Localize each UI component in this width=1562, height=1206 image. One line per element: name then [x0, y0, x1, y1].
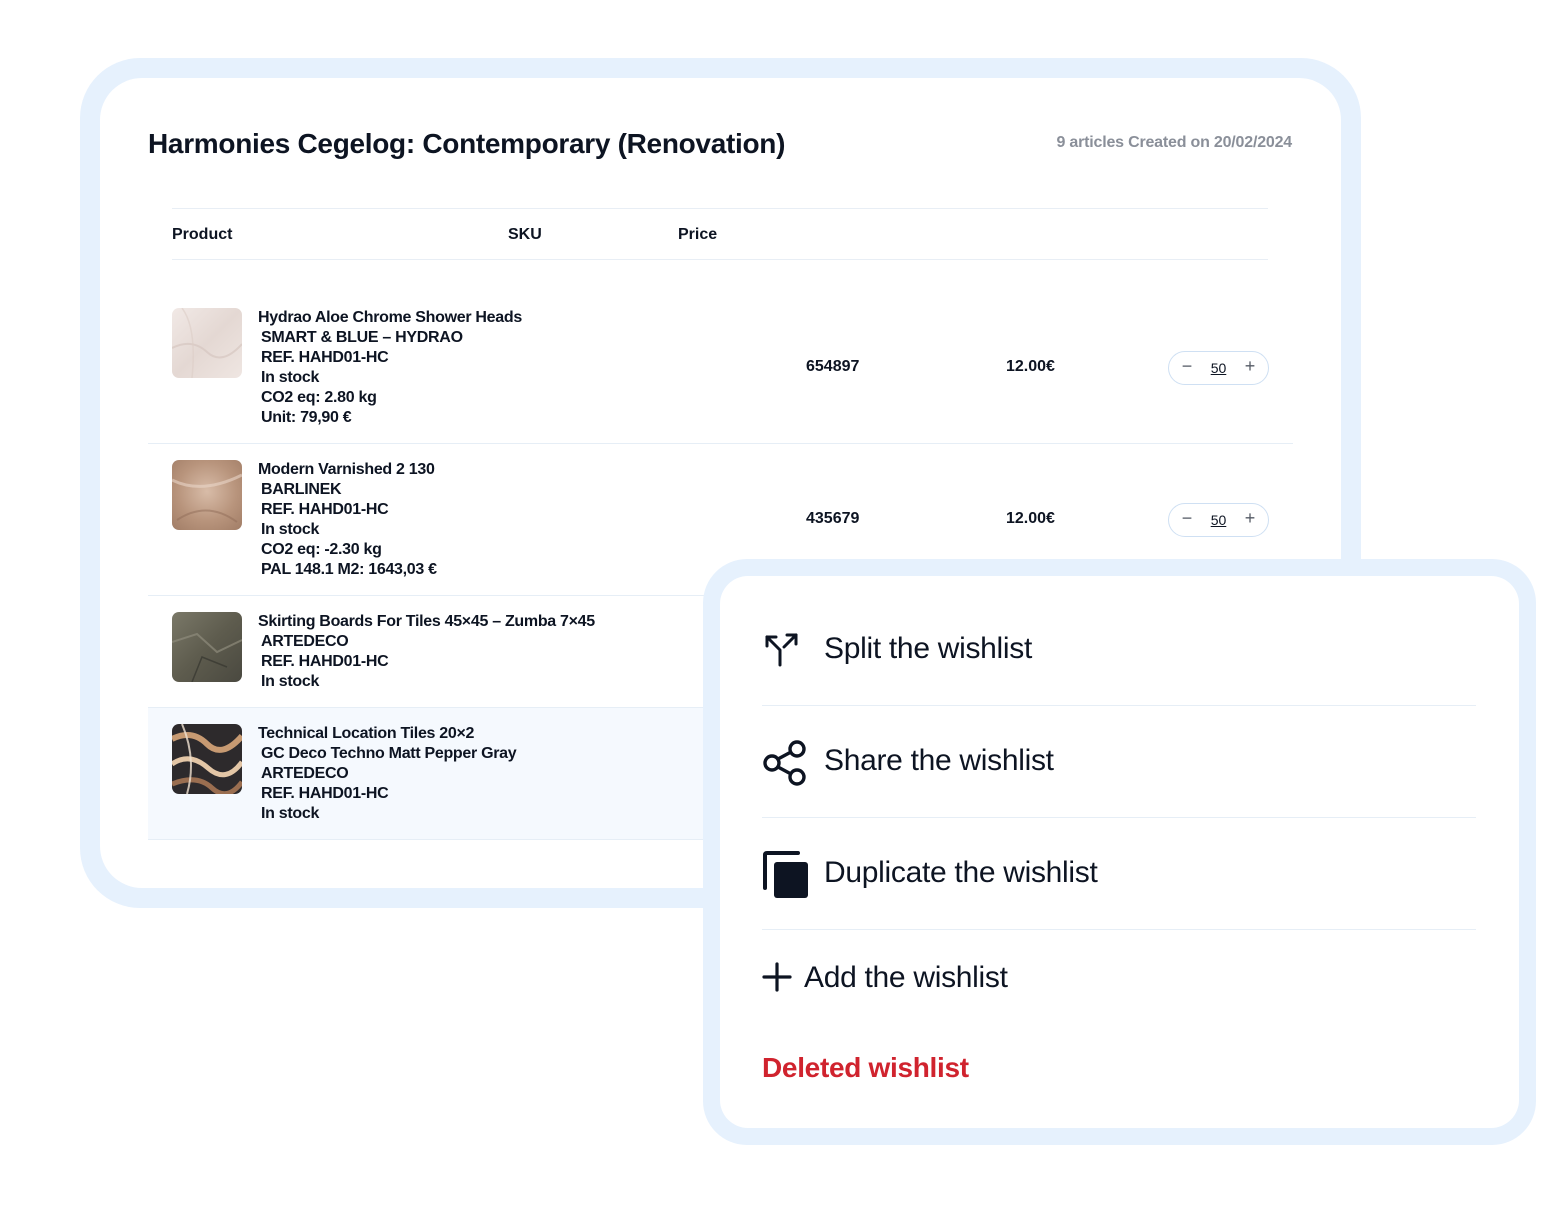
menu-item-duplicate[interactable]: Duplicate the wishlist — [762, 818, 1476, 930]
product-stock: In stock — [261, 673, 320, 690]
column-header-product: Product — [172, 226, 233, 243]
product-info: Technical Location Tiles 20×2 GC Deco Te… — [258, 724, 517, 824]
product-co2: CO2 eq: -2.30 kg — [261, 541, 382, 558]
product-name[interactable]: Technical Location Tiles 20×2 — [258, 724, 516, 744]
increment-button[interactable]: + — [1240, 356, 1260, 377]
product-thumbnail[interactable] — [172, 612, 242, 682]
product-pallet-price: PAL 148.1 M2: 1643,03 € — [261, 561, 437, 578]
product-price: 12.00€ — [1006, 358, 1055, 375]
duplicate-icon — [762, 850, 810, 905]
column-header-price: Price — [678, 226, 718, 243]
wishlist-meta: 9 articles Created on 20/02/2024 — [1056, 134, 1292, 151]
product-co2: CO2 eq: 2.80 kg — [261, 389, 377, 406]
product-stock: In stock — [261, 521, 320, 538]
product-name[interactable]: Skirting Boards For Tiles 45×45 – Zumba … — [258, 612, 595, 632]
delete-wishlist-button[interactable]: Deleted wishlist — [762, 1052, 969, 1084]
product-ref: REF. HAHD01-HC — [261, 785, 389, 802]
product-info: Hydrao Aloe Chrome Shower Heads SMART & … — [258, 308, 522, 428]
product-brand: ARTEDECO — [261, 633, 349, 650]
product-info: Skirting Boards For Tiles 45×45 – Zumba … — [258, 612, 595, 692]
product-sku: 435679 — [806, 510, 860, 527]
product-thumbnail[interactable] — [172, 308, 242, 378]
table-header: Product SKU Price — [172, 208, 1268, 260]
plus-icon — [762, 962, 792, 997]
increment-button[interactable]: + — [1240, 508, 1260, 529]
menu-item-split[interactable]: Split the wishlist — [762, 594, 1476, 706]
quantity-stepper: − 50 + — [1168, 503, 1269, 537]
product-stock: In stock — [261, 369, 320, 386]
menu-item-label: Split the wishlist — [824, 632, 1033, 665]
product-sku: 654897 — [806, 358, 860, 375]
wishlist-actions-frame: Split the wishlist Share the wishlist Du… — [703, 559, 1536, 1145]
menu-item-label: Duplicate the wishlist — [824, 856, 1098, 889]
menu-item-add[interactable]: Add the wishlist — [762, 930, 1476, 1042]
split-icon — [762, 632, 798, 673]
product-name[interactable]: Hydrao Aloe Chrome Shower Heads — [258, 308, 522, 328]
page-title: Harmonies Cegelog: Contemporary (Renovat… — [148, 128, 786, 159]
wishlist-actions-menu: Split the wishlist Share the wishlist Du… — [720, 576, 1519, 1128]
product-variant: GC Deco Techno Matt Pepper Gray — [261, 745, 517, 762]
product-thumbnail[interactable] — [172, 724, 242, 794]
product-stock: In stock — [261, 805, 320, 822]
product-unit-price: Unit: 79,90 € — [261, 409, 352, 426]
product-thumbnail[interactable] — [172, 460, 242, 530]
product-ref: REF. HAHD01-HC — [261, 349, 389, 366]
quantity-stepper: − 50 + — [1168, 351, 1269, 385]
product-brand: SMART & BLUE – HYDRAO — [261, 329, 463, 346]
share-icon — [762, 740, 808, 791]
product-brand: ARTEDECO — [261, 765, 349, 782]
product-brand: BARLINEK — [261, 481, 342, 498]
product-info: Modern Varnished 2 130 BARLINEK REF. HAH… — [258, 460, 437, 580]
product-ref: REF. HAHD01-HC — [261, 501, 389, 518]
product-ref: REF. HAHD01-HC — [261, 653, 389, 670]
menu-item-label: Add the wishlist — [804, 961, 1008, 994]
menu-item-share[interactable]: Share the wishlist — [762, 706, 1476, 818]
column-header-sku: SKU — [508, 226, 542, 243]
product-name[interactable]: Modern Varnished 2 130 — [258, 460, 437, 480]
menu-item-label: Share the wishlist — [824, 744, 1054, 777]
product-price: 12.00€ — [1006, 510, 1055, 527]
table-row: Hydrao Aloe Chrome Shower Heads SMART & … — [148, 288, 1293, 444]
